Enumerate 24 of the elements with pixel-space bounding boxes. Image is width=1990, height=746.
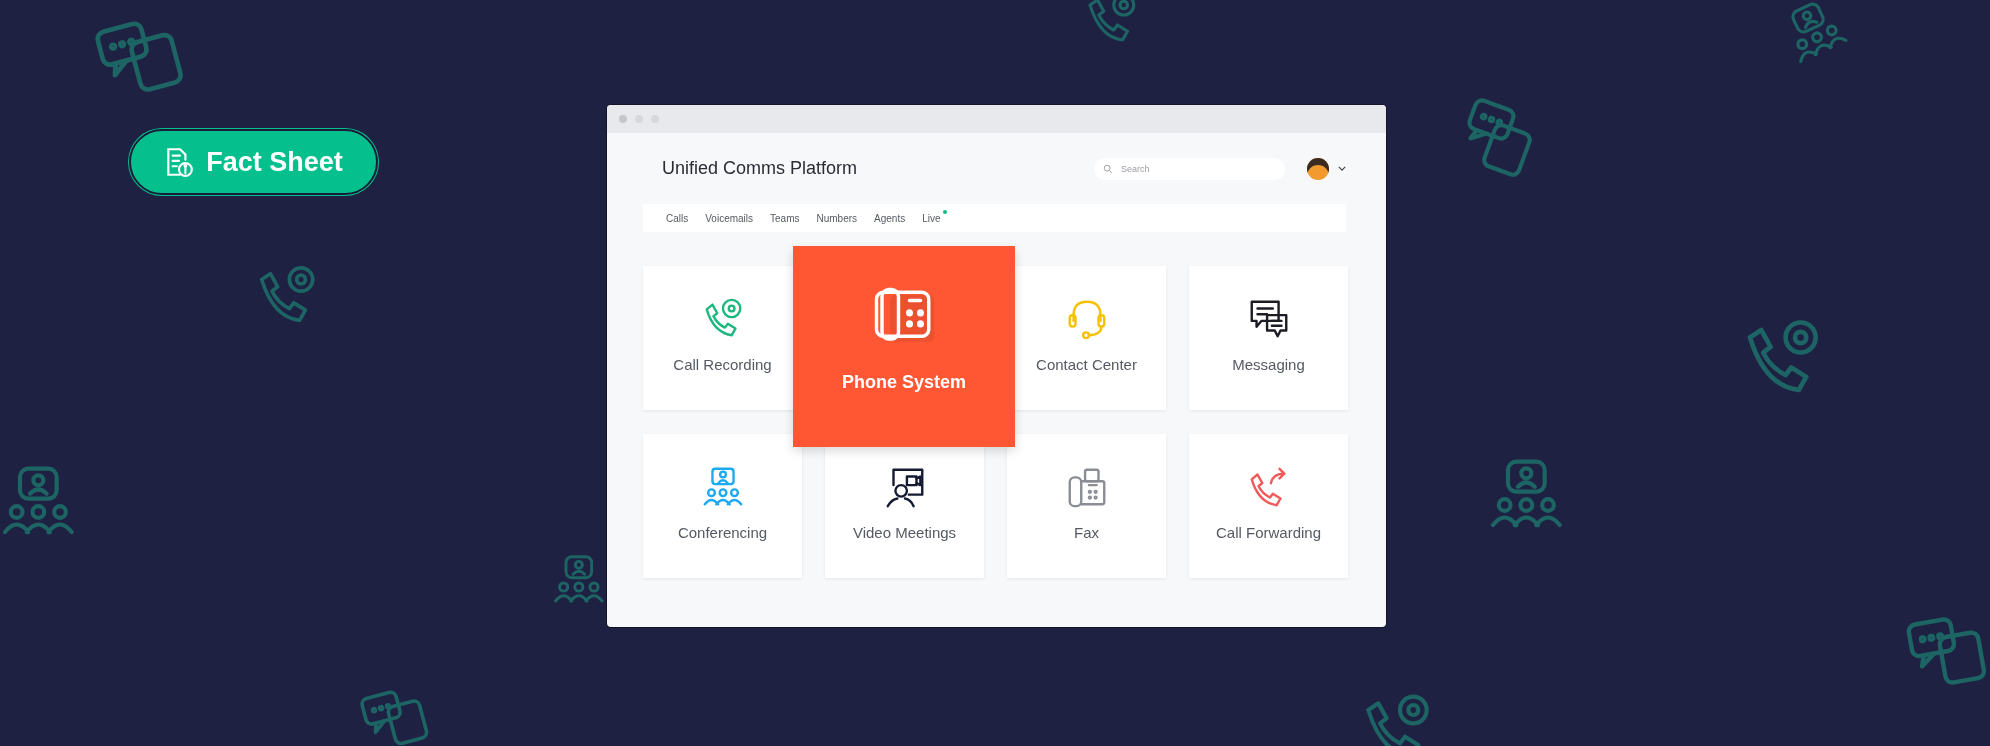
- nav-tab[interactable]: Voicemails: [705, 212, 754, 224]
- product-tile[interactable]: Call Forwarding: [1189, 434, 1348, 578]
- tile-label: Contact Center: [1036, 356, 1137, 373]
- app-title: Unified Comms Platform: [662, 158, 859, 179]
- nav-tab[interactable]: Calls: [666, 212, 689, 224]
- chevron-down-icon[interactable]: [1338, 166, 1346, 171]
- avatar[interactable]: [1307, 157, 1329, 180]
- tile-label: Conferencing: [677, 524, 768, 541]
- tile-label: Video Meetings: [852, 524, 957, 541]
- tile-label: Call Recording: [673, 356, 772, 373]
- nav-tab[interactable]: Numbers: [816, 212, 858, 224]
- product-tile[interactable]: Conferencing: [643, 434, 802, 578]
- search-field[interactable]: Search: [1094, 157, 1285, 180]
- nav-tab[interactable]: Agents: [874, 212, 906, 224]
- search-icon: [1103, 163, 1113, 174]
- tile-label: Call Forwarding: [1215, 524, 1321, 541]
- product-tile[interactable]: Messaging: [1189, 266, 1348, 410]
- nav-tab[interactable]: Teams: [770, 212, 800, 224]
- product-tile[interactable]: Fax: [1007, 434, 1166, 578]
- document-info-icon: [164, 146, 195, 178]
- tile-label: Fax: [1074, 524, 1099, 541]
- tile-label: Messaging: [1232, 356, 1305, 373]
- nav-tab[interactable]: Live: [922, 212, 941, 224]
- tile-label: Phone System: [841, 372, 966, 393]
